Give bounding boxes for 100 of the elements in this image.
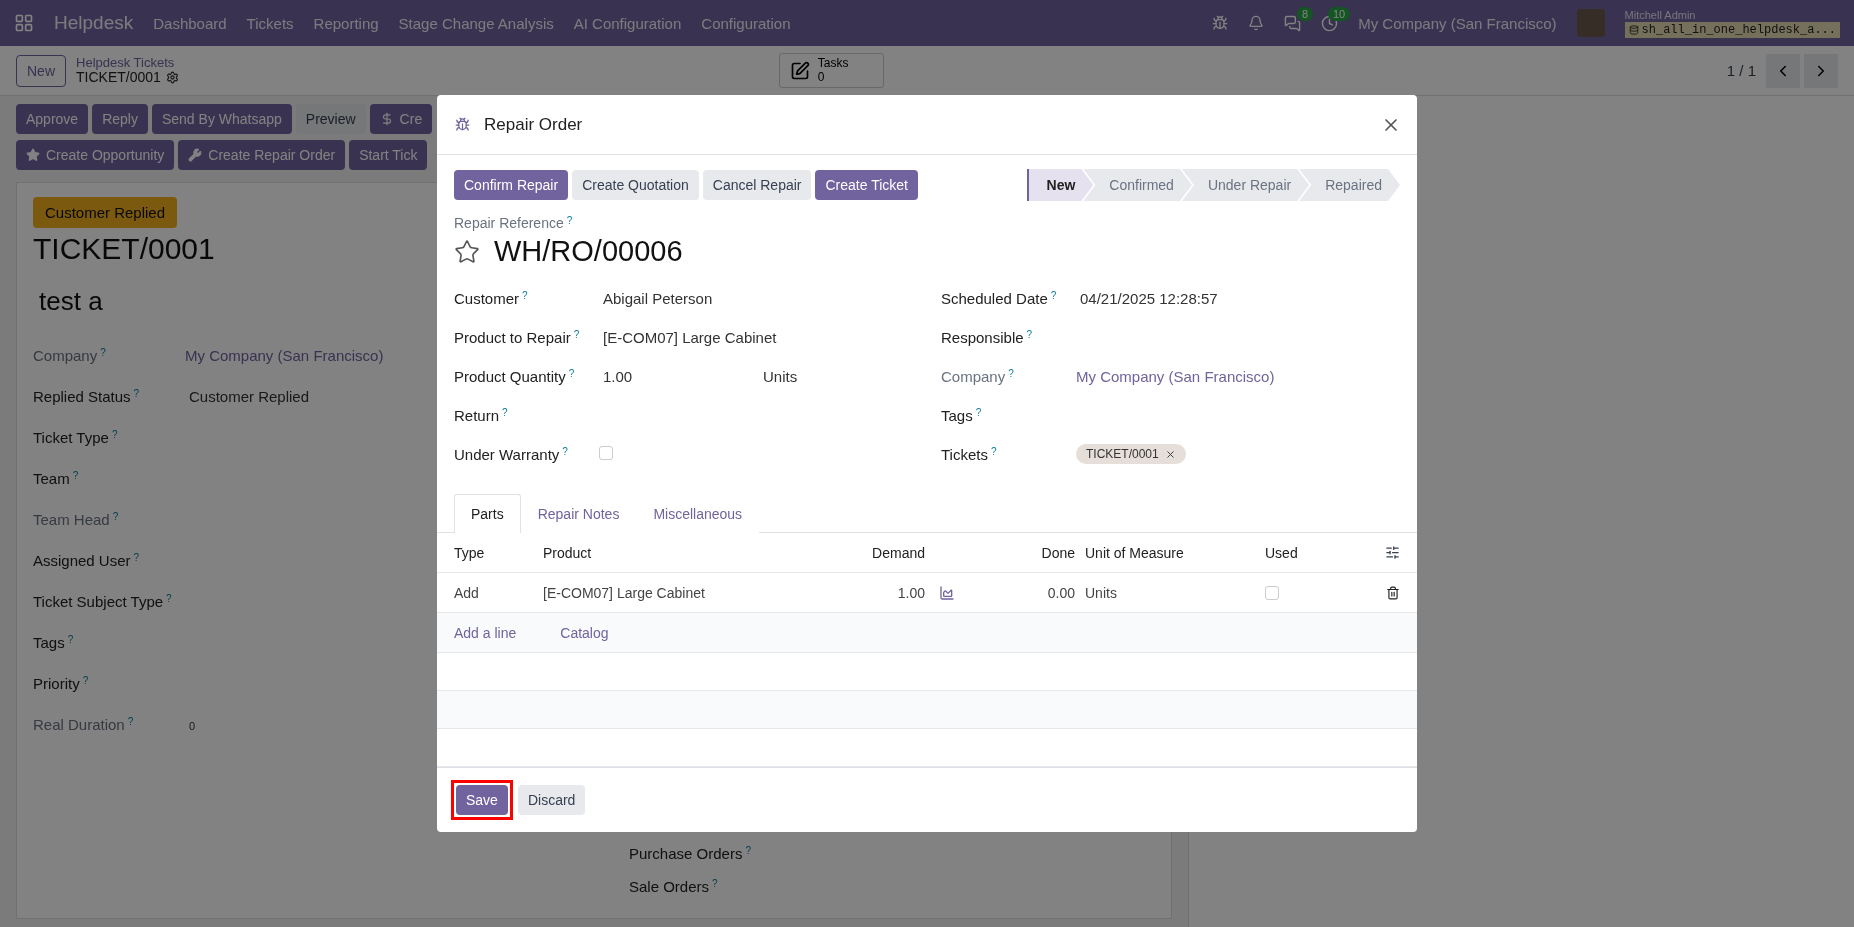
stage-step[interactable]: Confirmed [1083, 169, 1192, 201]
help-mark[interactable]: ? [562, 445, 568, 457]
column-header[interactable]: Product [543, 544, 813, 561]
field-label: Assigned User [33, 552, 131, 569]
menu-item[interactable]: AI Configuration [573, 14, 682, 32]
stage-step[interactable]: Repaired [1299, 169, 1400, 201]
menu-item[interactable]: Stage Change Analysis [398, 14, 554, 32]
previous-button[interactable] [1766, 53, 1800, 88]
action-button[interactable]: Create Opportunity [16, 140, 175, 170]
action-button[interactable]: Confirm Repair [454, 170, 569, 200]
field-value[interactable]: My Company (San Francisco) [1076, 367, 1275, 385]
new-button[interactable]: New [16, 54, 66, 87]
table-cell-text: [E-COM07] Large Cabinet [543, 584, 706, 601]
help-mark[interactable]: ? [112, 511, 119, 522]
breadcrumb-link[interactable]: Helpdesk Tickets [76, 55, 179, 70]
bell-icon[interactable] [1248, 15, 1265, 31]
remove-icon[interactable] [1164, 448, 1176, 460]
help-mark[interactable]: ? [111, 429, 118, 440]
pager-value: 1 / 1 [1726, 62, 1756, 79]
help-mark[interactable]: ? [67, 634, 74, 645]
column-header[interactable]: Used [1265, 544, 1345, 561]
checkbox[interactable] [1265, 585, 1279, 600]
help-mark[interactable]: ? [127, 716, 134, 727]
dialog-title: Repair Order [484, 114, 584, 135]
field-label: Real Duration [33, 716, 125, 733]
ticket-subject: test a [39, 286, 103, 317]
action-button[interactable]: Create Quotation [572, 170, 699, 200]
add-line-link[interactable]: Add a line [454, 624, 517, 641]
field-value[interactable]: My Company (San Francisco) [185, 347, 384, 364]
column-header[interactable]: Type [454, 544, 543, 561]
record-name: TICKET/0001 [76, 69, 161, 86]
catalog-link[interactable]: Catalog [560, 624, 609, 641]
star-icon [26, 148, 40, 162]
star-icon[interactable] [454, 238, 480, 265]
ticket-tag[interactable]: TICKET/0001 [1076, 444, 1186, 464]
footer-button[interactable]: Save [456, 785, 508, 815]
tasks-button[interactable]: Tasks 0 [778, 53, 884, 88]
action-button[interactable]: Preview [295, 104, 366, 134]
action-button[interactable]: Start Tick [349, 140, 428, 170]
help-mark[interactable]: ? [133, 388, 140, 399]
help-mark[interactable]: ? [573, 328, 580, 340]
help-mark[interactable]: ? [975, 406, 982, 418]
repair-reference: WH/RO/00006 [494, 235, 683, 268]
stage-step[interactable]: New [1026, 169, 1094, 201]
footer-button[interactable]: Discard [517, 785, 586, 815]
field-value: 04/21/2025 12:28:57 [1079, 289, 1218, 307]
action-button[interactable]: Approve [16, 104, 89, 134]
table-cell-text: 1.00 [896, 584, 925, 601]
menu-item[interactable]: Configuration [701, 14, 791, 32]
field-label: Company [941, 367, 1006, 385]
help-mark[interactable]: ? [100, 347, 106, 358]
help-mark[interactable]: ? [72, 470, 79, 481]
apps-menu-icon[interactable] [14, 13, 34, 33]
help-mark[interactable]: ? [522, 289, 528, 301]
column-settings-icon[interactable] [1385, 545, 1400, 560]
action-button[interactable]: Cre [369, 104, 433, 134]
column-header[interactable]: Unit of Measure [1085, 544, 1265, 561]
delete-icon[interactable] [1386, 585, 1400, 600]
field-label: Product to Repair [454, 328, 571, 346]
help-mark[interactable]: ? [990, 445, 997, 457]
menu-item[interactable]: Tickets [246, 14, 294, 32]
help-mark[interactable]: ? [1050, 289, 1057, 301]
forecast-icon[interactable] [939, 584, 955, 601]
field-label: Responsible [941, 328, 1024, 346]
action-button[interactable]: Create Ticket [815, 170, 918, 200]
action-button[interactable]: Reply [92, 104, 148, 134]
help-mark[interactable]: ? [502, 406, 508, 418]
stage-step[interactable]: Under Repair [1181, 169, 1310, 201]
menu-item[interactable]: Dashboard [153, 14, 227, 32]
activity-count: 10 [1327, 6, 1351, 21]
bug-icon[interactable] [1212, 15, 1229, 31]
action-button[interactable]: Cancel Repair [702, 170, 812, 200]
help-mark[interactable]: ? [82, 675, 89, 686]
field-value: 0 [188, 720, 196, 732]
help-mark[interactable]: ? [1026, 328, 1033, 340]
help-mark[interactable]: ? [566, 215, 573, 226]
help-mark[interactable]: ? [133, 552, 140, 563]
help-mark[interactable]: ? [166, 593, 172, 604]
help-mark[interactable]: ? [745, 845, 751, 856]
user-name[interactable]: Mitchell Admin [1624, 8, 1840, 21]
field-value: Customer Replied [188, 388, 310, 405]
help-mark[interactable]: ? [712, 878, 718, 889]
help-mark[interactable]: ? [568, 367, 575, 379]
app-name[interactable]: Helpdesk [54, 12, 134, 34]
action-button[interactable]: Send By Whatsapp [151, 104, 292, 134]
action-button[interactable]: Create Repair Order [178, 140, 346, 170]
tab[interactable]: Parts [454, 494, 521, 533]
menu-item[interactable]: Reporting [313, 14, 379, 32]
help-mark[interactable]: ? [1008, 367, 1014, 379]
settings-icon[interactable] [165, 71, 179, 85]
checkbox[interactable] [599, 445, 613, 460]
chat-icon[interactable] [1284, 14, 1302, 32]
field-label: Return [454, 406, 500, 424]
table-cell-text: Add [454, 584, 480, 601]
column-header[interactable]: Done [925, 544, 1075, 561]
field-value: [E-COM07] Large Cabinet [602, 328, 777, 346]
column-header[interactable]: Demand [813, 544, 925, 561]
company-name[interactable]: My Company (San Francisco) [1358, 14, 1557, 32]
status-badge: Customer Replied [33, 197, 178, 228]
next-button[interactable] [1804, 53, 1838, 88]
